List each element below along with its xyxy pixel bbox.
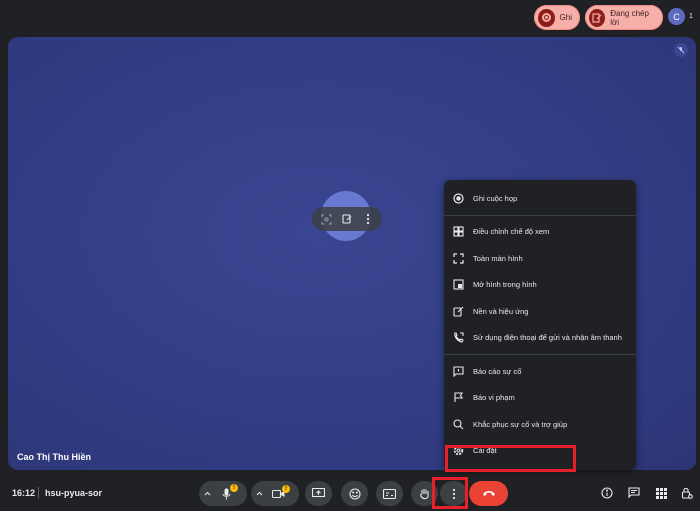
tile-more-icon[interactable] [359, 210, 377, 228]
menu-item-troubleshoot[interactable]: Khắc phục sự cố và trợ giúp [444, 411, 636, 438]
more-vert-icon [452, 488, 455, 499]
menu-item-report-abuse[interactable]: Báo vi phạm [444, 385, 636, 412]
hand-icon [419, 488, 429, 499]
chat-icon[interactable] [627, 486, 641, 500]
hangup-icon [482, 491, 495, 496]
menu-item-fullscreen[interactable]: Toàn màn hình [444, 245, 636, 272]
menu-item-picture-in-picture[interactable]: Mở hình trong hình [444, 272, 636, 299]
end-call-button[interactable] [469, 481, 508, 506]
menu-item-record[interactable]: Ghi cuộc họp [444, 185, 636, 212]
pip-icon [452, 279, 464, 291]
mic-off-icon [674, 43, 688, 57]
menu-divider [444, 354, 636, 355]
record-icon [452, 192, 464, 204]
transcription-label: Đang chép lời [610, 8, 649, 27]
camera-control: ! [251, 481, 299, 506]
recording-indicator[interactable]: Ghi [534, 5, 580, 30]
bottom-bar: 16:12 hsu-pyua-sor ! ! [0, 474, 700, 511]
chevron-up-icon[interactable] [251, 491, 267, 496]
present-icon [312, 488, 325, 498]
activities-icon[interactable] [654, 486, 668, 500]
recording-label: Ghi [559, 13, 572, 22]
avatar: C [668, 8, 685, 25]
camera-button[interactable]: ! [267, 484, 290, 499]
reactions-button[interactable] [341, 481, 368, 506]
mic-button[interactable]: ! [215, 483, 238, 500]
camera-warning-badge: ! [282, 484, 290, 493]
divider [38, 487, 39, 498]
menu-item-phone-audio[interactable]: Sử dụng điện thoại để gửi và nhận âm tha… [444, 325, 636, 352]
captions-icon [383, 488, 396, 499]
effects-icon [452, 305, 464, 317]
mic-warning-badge: ! [230, 483, 238, 492]
captions-button[interactable] [376, 481, 403, 506]
present-screen-button[interactable] [305, 481, 332, 506]
transcription-indicator[interactable]: Đang chép lời [585, 5, 663, 30]
report-abuse-icon [452, 392, 464, 404]
transcript-icon [589, 8, 606, 27]
tile-controls [312, 207, 382, 231]
meeting-time: 16:12 [12, 488, 36, 498]
host-controls-icon[interactable] [680, 486, 694, 500]
emoji-icon [348, 487, 361, 500]
raise-hand-button[interactable] [411, 481, 438, 506]
top-bar: Ghi Đang chép lời C 1 [0, 0, 700, 36]
chevron-up-icon[interactable] [199, 491, 215, 496]
menu-item-adjust-view[interactable]: Điều chỉnh chế độ xem [444, 219, 636, 246]
menu-item-backgrounds-effects[interactable]: Nền và hiệu ứng [444, 298, 636, 325]
troubleshoot-icon [452, 418, 464, 430]
settings-icon [452, 445, 464, 457]
menu-item-settings[interactable]: Cài đặt [444, 438, 636, 465]
participant-count: 1 [689, 13, 693, 20]
effects-edit-icon[interactable] [338, 210, 356, 228]
menu-item-report-problem[interactable]: Báo cáo sự cố [444, 358, 636, 385]
frame-icon[interactable] [317, 210, 335, 228]
mic-icon [222, 488, 230, 499]
more-options-menu: Ghi cuộc họp Điều chỉnh chế độ xem Toàn … [444, 180, 636, 470]
participants-button[interactable]: C 1 [668, 8, 693, 25]
report-problem-icon [452, 365, 464, 377]
participant-name: Cao Thị Thu Hiền [17, 452, 91, 462]
more-options-button[interactable] [440, 481, 467, 506]
meeting-info-icon[interactable] [600, 486, 614, 500]
layout-icon [452, 226, 464, 238]
fullscreen-icon [452, 252, 464, 264]
menu-divider [444, 214, 636, 216]
mic-control: ! [199, 481, 247, 506]
meeting-code: hsu-pyua-sor [45, 488, 103, 498]
phone-audio-icon [452, 332, 464, 344]
record-icon [538, 8, 555, 27]
